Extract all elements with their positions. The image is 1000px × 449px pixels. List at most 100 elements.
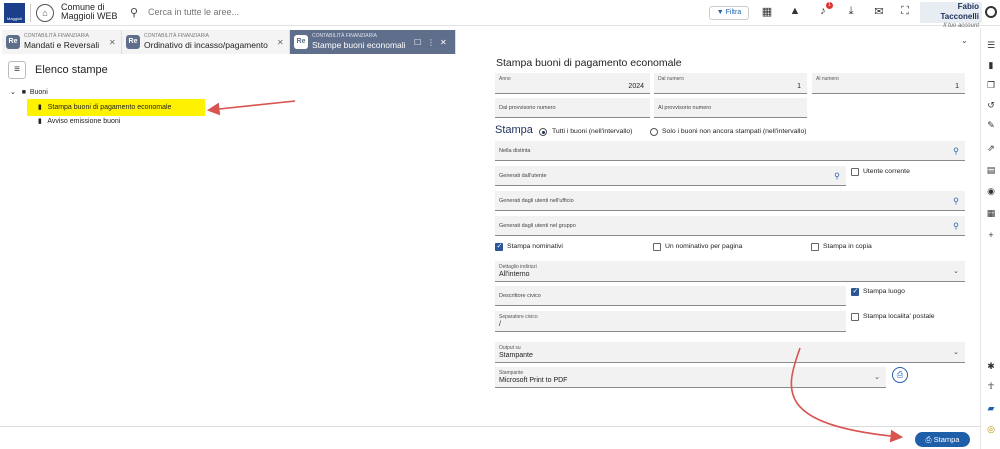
search-icon[interactable]: ⚲ bbox=[953, 221, 959, 230]
chat-icon[interactable]: ▰ bbox=[984, 403, 998, 414]
copy-icon[interactable]: ❐ bbox=[984, 80, 998, 91]
stampante-select[interactable]: Stampante Microsoft Print to PDF ⌄ bbox=[495, 367, 886, 388]
printer-icon: ⎙ bbox=[925, 435, 932, 444]
dal-provvisorio-field[interactable]: Dal provvisorio numero bbox=[495, 98, 650, 118]
tab-stampe-buoni[interactable]: Re CONTABILITÀ FINANZIARIA Stampe buoni … bbox=[290, 30, 456, 54]
calculator-icon[interactable]: ▦ bbox=[984, 208, 998, 219]
field-value: All'interno bbox=[499, 271, 530, 278]
tree-folder-buoni[interactable]: ⌄ ■ Buoni bbox=[10, 88, 48, 96]
close-icon[interactable]: ✕ bbox=[109, 38, 116, 47]
radio-tutti-buoni[interactable] bbox=[539, 128, 547, 136]
checkbox-label: Stampa nominativi bbox=[507, 243, 563, 250]
share-icon[interactable]: ⇗ bbox=[984, 143, 998, 154]
checkbox-label: Stampa localita' postale bbox=[863, 313, 935, 320]
global-search-input[interactable] bbox=[148, 5, 448, 19]
notification-badge: 1 bbox=[826, 2, 833, 9]
file-icon: ▮ bbox=[38, 104, 42, 111]
user-name: Fabio Tacconelli bbox=[940, 2, 979, 21]
coins-icon[interactable]: ◉ bbox=[984, 186, 998, 197]
document-icon[interactable]: ▤ bbox=[984, 165, 998, 176]
stampa-copia-checkbox[interactable] bbox=[811, 243, 819, 251]
list-menu-button[interactable]: ≡ bbox=[8, 61, 26, 79]
tab-section-label: CONTABILITÀ FINANZIARIA bbox=[144, 33, 209, 39]
generati-gruppo-field[interactable]: Generati dagli utenti nel gruppo ⚲ bbox=[495, 216, 965, 236]
download-icon[interactable]: ⤓ bbox=[844, 5, 858, 18]
stampa-nominativi-checkbox[interactable] bbox=[495, 242, 503, 251]
generati-ufficio-field[interactable]: Generati dagli utenti nell'ufficio ⚲ bbox=[495, 191, 965, 211]
nella-distinta-field[interactable]: Nella distinta ⚲ bbox=[495, 141, 965, 161]
search-icon[interactable]: ⚲ bbox=[953, 196, 959, 205]
dal-numero-field[interactable]: Dal numero 1 bbox=[654, 73, 807, 94]
user-avatar-icon[interactable] bbox=[985, 6, 997, 18]
tab-mandati-reversali[interactable]: Re CONTABILITÀ FINANZIARIA Mandati e Rev… bbox=[2, 30, 122, 54]
radio-label: Solo i buoni non ancora stampati (nell'i… bbox=[662, 128, 807, 135]
al-numero-field[interactable]: Al numero 1 bbox=[812, 73, 965, 94]
printer-icon: ⎙ bbox=[896, 370, 904, 379]
plus-icon[interactable]: + bbox=[984, 230, 998, 240]
list-icon: ≡ bbox=[14, 64, 20, 75]
tab-title: Ordinativo di incasso/pagamento bbox=[144, 40, 268, 50]
annotation-arrow-left bbox=[206, 100, 296, 116]
fullscreen-icon[interactable]: ⛶ bbox=[898, 5, 912, 18]
maggioli-logo[interactable]: Maggioli bbox=[4, 3, 25, 23]
left-panel-title: Elenco stampe bbox=[35, 64, 108, 76]
mail-icon[interactable]: ✉ bbox=[872, 5, 886, 18]
grid-icon[interactable]: ▦ bbox=[760, 5, 774, 18]
gear-icon[interactable]: ✱ bbox=[984, 361, 998, 372]
user-account[interactable]: Fabio Tacconelli Il tuo account bbox=[920, 2, 982, 29]
tab-ordinativo[interactable]: Re CONTABILITÀ FINANZIARIA Ordinativo di… bbox=[122, 30, 290, 54]
field-label: Generati dall'utente bbox=[499, 172, 547, 179]
utente-corrente-checkbox[interactable] bbox=[851, 168, 859, 176]
tree-item-stampa-buoni[interactable]: ▮ Stampa buoni di pagamento economale bbox=[38, 103, 171, 111]
file-icon: ▮ bbox=[38, 118, 42, 125]
chevron-down-icon: ⌄ bbox=[953, 349, 959, 356]
filter-icon: ▼ bbox=[716, 9, 724, 16]
stampa-button[interactable]: ⎙ Stampa bbox=[915, 432, 970, 447]
app-name-line2: Maggioli WEB bbox=[61, 11, 118, 21]
field-label: Descrittore civico bbox=[499, 292, 541, 299]
descrittore-civico-field[interactable]: Descrittore civico bbox=[495, 286, 846, 306]
stampa-section-heading: Stampa bbox=[495, 124, 533, 136]
municipality-icon[interactable]: ⌂ bbox=[36, 4, 54, 22]
field-label: Generati dagli utenti nell'ufficio bbox=[499, 197, 574, 204]
field-value: Stampante bbox=[499, 352, 533, 359]
book-icon[interactable]: ▮ bbox=[984, 60, 998, 71]
field-label: Anno bbox=[499, 76, 511, 82]
search-icon[interactable]: ⚲ bbox=[834, 171, 840, 180]
search-icon[interactable]: ⚲ bbox=[953, 146, 959, 155]
chevron-down-icon[interactable]: ⌄ bbox=[961, 36, 968, 45]
close-icon[interactable]: ✕ bbox=[440, 38, 447, 47]
dettaglio-indirizzi-select[interactable]: Dettaglio indirizzi All'interno ⌄ bbox=[495, 261, 965, 282]
app-name[interactable]: Comune di Maggioli WEB bbox=[61, 3, 118, 21]
field-label: Stampante bbox=[499, 370, 524, 376]
al-provvisorio-field[interactable]: Al provvisorio numero bbox=[654, 98, 807, 118]
radio-solo-non-stampati[interactable] bbox=[650, 128, 658, 136]
anno-field[interactable]: Anno 2024 bbox=[495, 73, 650, 94]
warning-icon[interactable]: ▲ bbox=[788, 5, 802, 17]
tab-title: Stampe buoni economali bbox=[312, 40, 406, 50]
stampa-luogo-checkbox[interactable] bbox=[851, 287, 859, 296]
tab-section-label: CONTABILITÀ FINANZIARIA bbox=[24, 33, 89, 39]
more-icon[interactable]: ⋮ bbox=[427, 38, 435, 47]
printer-settings-button[interactable]: ⎙ bbox=[892, 367, 908, 383]
generati-utente-field[interactable]: Generati dall'utente ⚲ bbox=[495, 166, 846, 186]
field-label: Nella distinta bbox=[499, 147, 531, 154]
field-label: Dettaglio indirizzi bbox=[499, 264, 537, 270]
tree-item-avviso[interactable]: ▮ Avviso emissione buoni bbox=[38, 117, 120, 125]
list-settings-icon[interactable]: ☰ bbox=[984, 40, 998, 51]
output-su-select[interactable]: Output su Stampante ⌄ bbox=[495, 342, 965, 363]
accessibility-icon[interactable]: ☥ bbox=[984, 381, 998, 392]
search-icon: ⚲ bbox=[130, 7, 139, 19]
checkbox-label: Un nominativo per pagina bbox=[665, 243, 743, 250]
history-icon[interactable]: ↺ bbox=[984, 100, 998, 111]
tools-icon[interactable]: ✎ bbox=[984, 120, 998, 131]
tree-folder-label: Buoni bbox=[29, 89, 48, 96]
close-icon[interactable]: ✕ bbox=[277, 38, 284, 47]
stampa-button-label: Stampa bbox=[933, 435, 960, 444]
separatore-civico-field[interactable]: Separatore civico / bbox=[495, 311, 846, 332]
un-nominativo-checkbox[interactable] bbox=[653, 243, 661, 251]
filter-button[interactable]: ▼ Filtra bbox=[709, 6, 749, 20]
help-icon[interactable]: ◎ bbox=[984, 424, 998, 435]
pin-icon[interactable]: ☐ bbox=[414, 38, 421, 47]
stampa-localita-checkbox[interactable] bbox=[851, 313, 859, 321]
